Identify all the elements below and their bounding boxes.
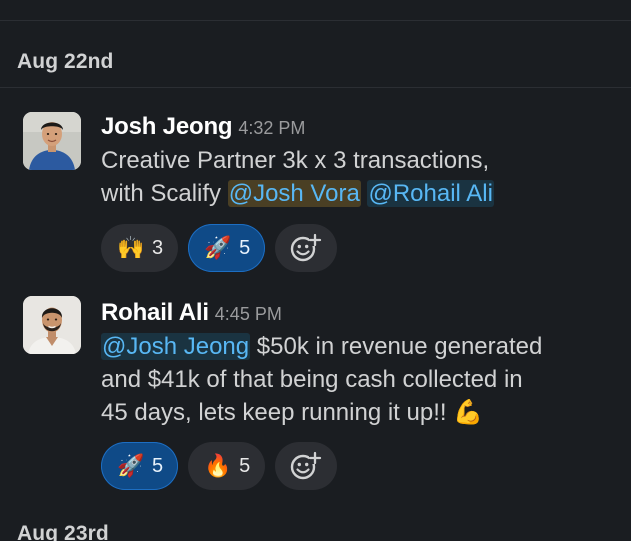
message-text-fragment: 45 days, lets keep running it up!! (101, 399, 454, 426)
timestamp[interactable]: 4:45 PM (215, 304, 282, 324)
fire-icon: 🔥 (204, 453, 232, 478)
reaction-bar: 🚀 5 🔥 5 (101, 442, 338, 490)
reaction-count: 5 (152, 454, 164, 477)
reaction-bar: 🙌 3 🚀 5 (101, 224, 338, 272)
add-reaction-button[interactable] (275, 442, 338, 490)
reaction-count: 5 (239, 236, 251, 259)
author-name[interactable]: Josh Jeong (101, 113, 233, 140)
message-content: Rohail Ali 4:45 PM @Josh Jeong $50k in re… (101, 296, 621, 429)
divider (0, 87, 631, 88)
reaction-count: 3 (152, 236, 164, 259)
reaction-raised-hands[interactable]: 🙌 3 (101, 224, 179, 272)
mention-josh-vora[interactable]: @Josh Vora (227, 180, 361, 207)
reaction-count: 5 (239, 454, 251, 477)
rocket-icon: 🚀 (204, 235, 232, 260)
avatar[interactable] (23, 296, 81, 354)
message-line: with Scalify @Josh Vora @Rohail Ali (101, 177, 621, 210)
reaction-fire[interactable]: 🔥 5 (188, 442, 266, 490)
date-divider-aug-22[interactable]: Aug 22nd (17, 50, 113, 74)
message-line: and $41k of that being cash collected in (101, 366, 523, 393)
message-line: 45 days, lets keep running it up!! 💪 (101, 396, 621, 429)
date-divider-aug-23[interactable]: Aug 23rd (17, 522, 109, 541)
author-name[interactable]: Rohail Ali (101, 299, 209, 326)
avatar-rohail-ali (23, 296, 81, 354)
message-text: Creative Partner 3k x 3 transactions, wi… (101, 144, 621, 210)
divider (0, 20, 631, 21)
raised-hands-icon: 🙌 (117, 235, 145, 260)
reaction-rocket[interactable]: 🚀 5 (188, 224, 266, 272)
mention-josh-jeong[interactable]: @Josh Jeong (101, 333, 251, 360)
avatar-josh-jeong (23, 112, 81, 170)
rocket-icon: 🚀 (117, 453, 145, 478)
flexed-biceps-icon: 💪 (453, 399, 484, 426)
message-text-fragment: $50k in revenue generated (250, 333, 543, 360)
timestamp[interactable]: 4:32 PM (238, 118, 305, 138)
message-content: Josh Jeong 4:32 PM Creative Partner 3k x … (101, 110, 621, 210)
message-text: @Josh Jeong $50k in revenue generated an… (101, 330, 621, 429)
message-pane: Aug 22nd Josh Jeong 4:32 PM Creative Part… (0, 0, 631, 541)
avatar[interactable] (23, 112, 81, 170)
message-line: Creative Partner 3k x 3 transactions, (101, 147, 490, 174)
add-reaction-button[interactable] (275, 224, 338, 272)
message-header: Josh Jeong 4:32 PM (101, 110, 621, 144)
add-reaction-icon (291, 451, 322, 480)
message-line: @Josh Jeong $50k in revenue generated (101, 330, 621, 363)
add-reaction-icon (291, 233, 322, 262)
message-header: Rohail Ali 4:45 PM (101, 296, 621, 330)
message-text-fragment: with Scalify (101, 180, 228, 207)
mention-rohail-ali[interactable]: @Rohail Ali (367, 180, 494, 207)
reaction-rocket[interactable]: 🚀 5 (101, 442, 179, 490)
